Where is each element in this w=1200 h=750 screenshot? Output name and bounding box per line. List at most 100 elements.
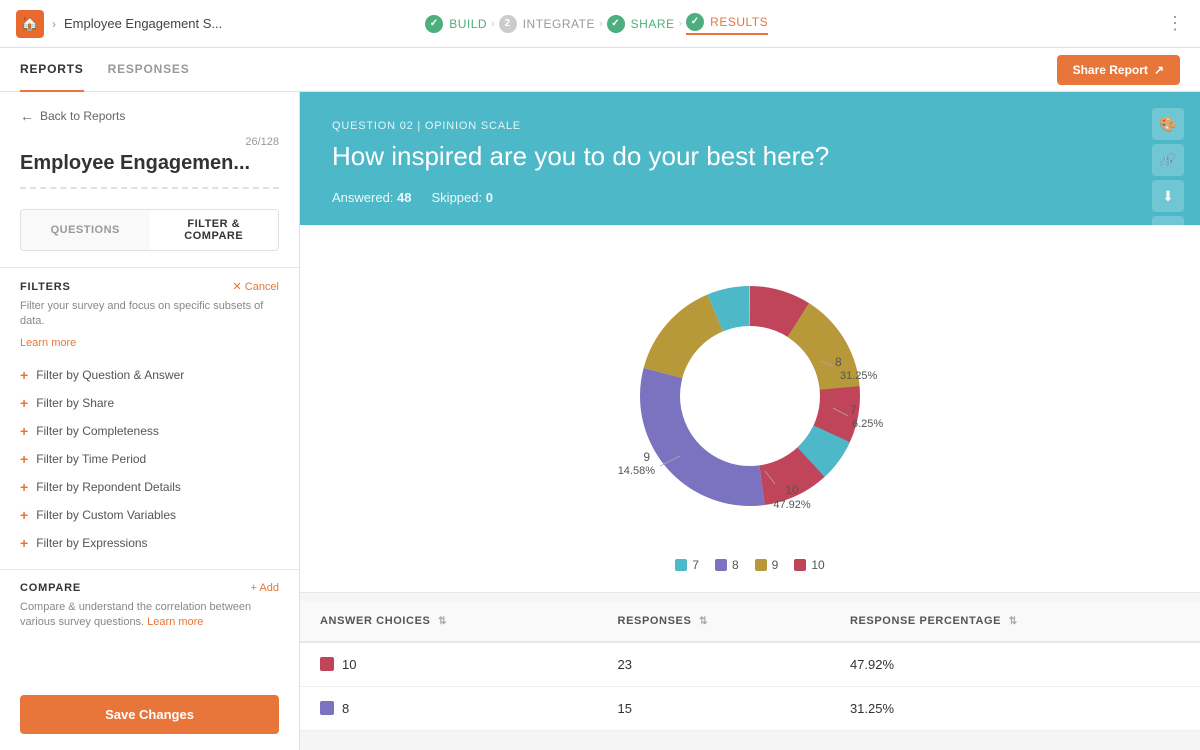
filter-header: FILTERS ✕ Cancel [20,280,279,293]
legend-item-9: 9 [755,558,779,572]
step-share-icon: ✓ [607,15,625,33]
step-results[interactable]: ✓ RESULTS [686,13,768,35]
legend-color-8 [715,559,727,571]
legend-color-10 [794,559,806,571]
breadcrumb-chevron: › [52,17,56,31]
legend-item-10: 10 [794,558,824,572]
svg-text:8: 8 [835,355,842,369]
survey-title: Employee Engagemen... [20,152,279,189]
legend-item-8: 8 [715,558,739,572]
link-icon-button[interactable]: 🔗 [1152,144,1184,176]
cell-answer-2: 8 [300,686,598,730]
svg-text:7: 7 [850,403,857,417]
filter-description: Filter your survey and focus on specific… [20,299,279,330]
filter-learn-more-link[interactable]: Learn more [20,337,76,349]
cancel-filter-link[interactable]: ✕ Cancel [232,280,279,293]
cell-responses-1: 23 [598,642,830,687]
table-head: ANSWER CHOICES ⇅ RESPONSES ⇅ RESPONSE PE… [300,601,1200,642]
question-stats: Answered: 48 Skipped: 0 [332,190,1168,205]
questions-tab-button[interactable]: QUESTIONS [21,210,150,250]
compare-header: COMPARE + Add [20,582,279,594]
step-build[interactable]: ✓ BUILD [425,15,487,33]
tab-reports[interactable]: REPORTS [20,48,84,92]
answered-stat: Answered: 48 [332,190,412,205]
donut-svg: 10 47.92% 8 31.25% 9 14.58% 7 6.25% [600,246,900,546]
compare-learn-more-link[interactable]: Learn more [147,616,203,628]
legend-color-7 [675,559,687,571]
col-header-answer[interactable]: ANSWER CHOICES ⇅ [300,601,598,642]
svg-text:9: 9 [643,450,650,464]
survey-count: 26/128 [20,136,279,148]
cell-percentage-1: 47.92% [830,642,1200,687]
svg-text:10: 10 [785,483,799,497]
filter-plus-icon: + [20,507,28,523]
question-text: How inspired are you to do your best her… [332,140,1168,174]
filter-plus-icon: + [20,395,28,411]
filter-question-answer[interactable]: + Filter by Question & Answer [20,361,279,389]
content-area: QUESTION 02 | OPINION SCALE How inspired… [300,92,1200,750]
main-layout: ← Back to Reports 26/128 Employee Engage… [0,92,1200,750]
sort-icon-answer: ⇅ [438,616,447,627]
sidebar-header: ← Back to Reports 26/128 Employee Engage… [0,92,299,209]
filter-respondent-details[interactable]: + Filter by Repondent Details [20,473,279,501]
data-table-section: ANSWER CHOICES ⇅ RESPONSES ⇅ RESPONSE PE… [300,601,1200,731]
compare-description: Compare & understand the correlation bet… [20,600,279,631]
svg-text:14.58%: 14.58% [618,465,656,477]
share-arrow-icon: ↗ [1154,63,1164,77]
step-integrate[interactable]: 2 INTEGRATE [499,15,595,33]
cell-percentage-2: 31.25% [830,686,1200,730]
answered-value: 48 [397,190,411,205]
cell-answer-1: 10 [300,642,598,687]
table-row: 8 15 31.25% [300,686,1200,730]
filter-plus-icon: + [20,479,28,495]
back-to-reports-link[interactable]: ← Back to Reports [20,108,279,124]
tab-responses[interactable]: RESPONSES [108,48,190,92]
filter-share[interactable]: + Filter by Share [20,389,279,417]
filter-plus-icon: + [20,535,28,551]
share-report-button[interactable]: Share Report ↗ [1057,55,1180,85]
svg-text:47.92%: 47.92% [773,499,811,511]
filters-section: FILTERS ✕ Cancel Filter your survey and … [0,267,299,569]
settings-icon-button[interactable]: ⚙ [1152,216,1184,248]
palette-icon-button[interactable]: 🎨 [1152,108,1184,140]
sub-navigation: REPORTS RESPONSES Share Report ↗ [0,48,1200,92]
col-header-percentage[interactable]: RESPONSE PERCENTAGE ⇅ [830,601,1200,642]
filter-plus-icon: + [20,451,28,467]
skipped-value: 0 [486,190,493,205]
sort-icon-percentage: ⇅ [1009,616,1018,627]
table-row: 10 23 47.92% [300,642,1200,687]
answer-color-swatch-1 [320,657,334,671]
cell-responses-2: 15 [598,686,830,730]
legend-item-7: 7 [675,558,699,572]
filter-compare-tab-button[interactable]: FILTER & COMPARE [150,210,279,250]
breadcrumb-title: Employee Engagement S... [64,16,222,31]
sidebar-tab-toggle: QUESTIONS FILTER & COMPARE [20,209,279,251]
download-icon-button[interactable]: ⬇ [1152,180,1184,212]
legend-color-9 [755,559,767,571]
donut-chart: 10 47.92% 8 31.25% 9 14.58% 7 6.25% [600,246,900,546]
step-results-icon: ✓ [686,13,704,31]
home-icon[interactable]: 🏠 [16,10,44,38]
compare-add-link[interactable]: + Add [251,582,279,594]
col-header-responses[interactable]: RESPONSES ⇅ [598,601,830,642]
filter-completeness[interactable]: + Filter by Completeness [20,417,279,445]
filter-custom-variables[interactable]: + Filter by Custom Variables [20,501,279,529]
question-actions: 🎨 🔗 ⬇ ⚙ [1152,108,1184,248]
sidebar: ← Back to Reports 26/128 Employee Engage… [0,92,300,750]
svg-text:6.25%: 6.25% [852,418,883,430]
compare-section: COMPARE + Add Compare & understand the c… [0,569,299,695]
nav-steps: ✓ BUILD › 2 INTEGRATE › ✓ SHARE › ✓ RESU… [425,13,768,35]
nav-menu-dots[interactable]: ⋮ [1166,13,1184,34]
filter-plus-icon: + [20,367,28,383]
filter-time-period[interactable]: + Filter by Time Period [20,445,279,473]
question-card: QUESTION 02 | OPINION SCALE How inspired… [300,92,1200,225]
skipped-stat: Skipped: 0 [432,190,493,205]
save-changes-button[interactable]: Save Changes [20,695,279,734]
step-share[interactable]: ✓ SHARE [607,15,675,33]
back-arrow-icon: ← [20,108,34,124]
chart-section: 10 47.92% 8 31.25% 9 14.58% 7 6.25% [300,226,1200,593]
answer-color-swatch-2 [320,701,334,715]
step-build-icon: ✓ [425,15,443,33]
step-integrate-icon: 2 [499,15,517,33]
filter-expressions[interactable]: + Filter by Expressions [20,529,279,557]
